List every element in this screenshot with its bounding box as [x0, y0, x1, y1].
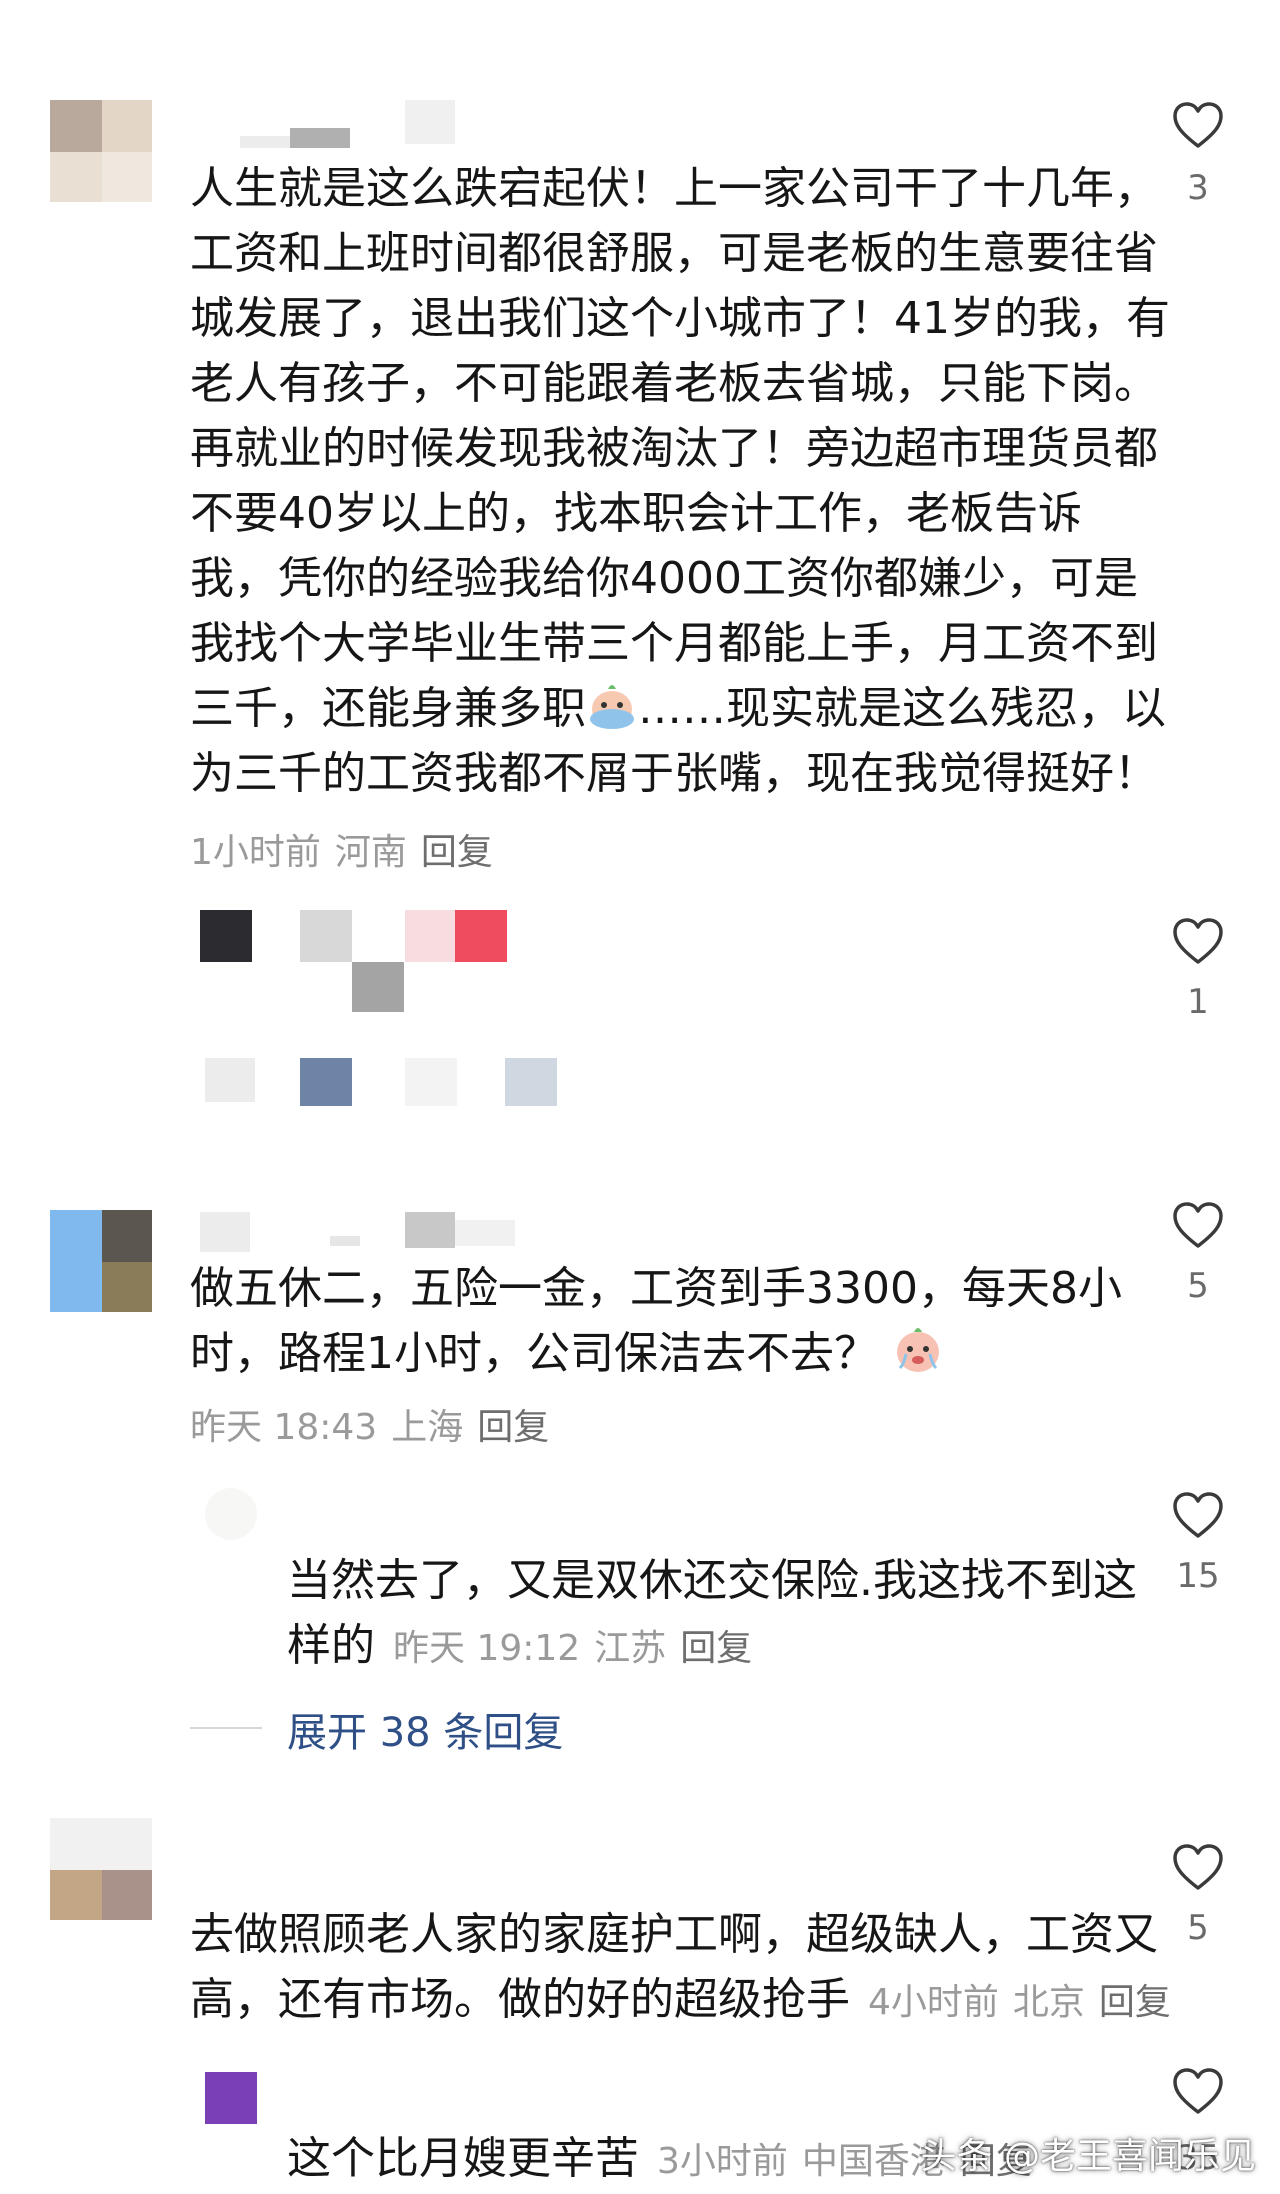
comment-time: 4小时前 [868, 1982, 999, 2023]
avatar[interactable] [50, 1818, 152, 1920]
comment-line-text: 这个比月嫂更辛苦 [287, 2133, 639, 2184]
comment-time: 昨天 18:43 [190, 1407, 378, 1448]
reply-button[interactable]: 回复 [680, 1628, 752, 1669]
comment-line: 工资和上班时间都很舒服，可是老板的生意要往省 [190, 228, 1158, 279]
comment-line: 为三千的工资我都不屑于张嘴，现在我觉得挺好！ [190, 748, 1158, 799]
comment-line-text: 三千，还能身兼多职 [190, 683, 586, 734]
comment-time: 3小时前 [657, 2141, 788, 2182]
comment-line: 三千，还能身兼多职 ……现实就是这么残忍，以 [190, 676, 1170, 741]
like-count: 5 [1187, 1908, 1209, 1948]
comment-location: 河南 [334, 832, 407, 873]
comment-line-text: 时，路程1小时，公司保洁去不去？ [190, 1328, 878, 1379]
comment-line: 做五休二，五险一金，工资到手3300，每天8小 [190, 1263, 1122, 1314]
like-count: 3 [1187, 168, 1209, 208]
heart-outline-icon[interactable] [1171, 2066, 1225, 2116]
comment-body: 当然去了，又是双休还交保险.我这找不到这 样的 昨天 19:12 江苏 回复 [287, 1548, 1137, 1681]
comment-line-text: ……现实就是这么残忍，以 [638, 683, 1166, 734]
mosaic-block [190, 1058, 570, 1110]
avatar[interactable] [205, 1488, 257, 1540]
comment-line-text: 高，还有市场。做的好的超级抢手 [190, 1974, 850, 2025]
like-count: 15 [1176, 1556, 1220, 1596]
crying-face-emoji [892, 1324, 944, 1376]
comment-line: 老人有孩子，不可能跟着老板去省城，只能下岗。 [190, 358, 1158, 409]
comment-body: 去做照顾老人家的家庭护工啊，超级缺人，工资又 高，还有市场。做的好的超级抢手 4小… [190, 1902, 1185, 2035]
comment-time: 昨天 19:12 [393, 1628, 581, 1669]
heart-outline-icon[interactable] [1171, 1490, 1225, 1540]
comment-time: 1小时前 [190, 832, 321, 873]
comment-line: 我，凭你的经验我给你4000工资你都嫌少，可是 [190, 553, 1138, 604]
username-mosaic[interactable] [240, 100, 460, 148]
expand-replies-button[interactable]: 展开 38 条回复 [287, 1700, 563, 1758]
comment-meta: 昨天 18:43 上海 回复 [190, 1398, 563, 1450]
comment-line: 去做照顾老人家的家庭护工啊，超级缺人，工资又 [190, 1909, 1158, 1960]
comment-meta: 4小时前 北京 回复 [868, 1982, 1185, 2023]
reply-button[interactable]: 回复 [477, 1407, 549, 1448]
comment-line: 高，还有市场。做的好的超级抢手 4小时前 北京 回复 [190, 1967, 1185, 2035]
comment-body: 做五休二，五险一金，工资到手3300，每天8小 时，路程1小时，公司保洁去不去？ [190, 1256, 1122, 1386]
comment-line: 人生就是这么跌宕起伏！上一家公司干了十几年， [190, 163, 1158, 214]
comment-meta: 昨天 19:12 江苏 回复 [393, 1628, 766, 1669]
avatar[interactable] [50, 1210, 152, 1312]
mosaic-block [190, 905, 520, 1015]
crying-face-emoji [586, 679, 638, 731]
comment-line: 再就业的时候发现我被淘汰了！旁边超市理货员都 [190, 423, 1158, 474]
comment-location: 北京 [1012, 1982, 1085, 2023]
comment-line: 时，路程1小时，公司保洁去不去？ [190, 1321, 1122, 1386]
comment-location: 江苏 [594, 1628, 667, 1669]
avatar[interactable] [205, 2072, 257, 2124]
avatar[interactable] [50, 100, 152, 202]
like-count: 5 [1187, 1266, 1209, 1306]
comment-line: 我找个大学毕业生带三个月都能上手，月工资不到 [190, 618, 1158, 669]
comment-line: 当然去了，又是双休还交保险.我这找不到这 [287, 1555, 1137, 1606]
heart-outline-icon[interactable] [1171, 916, 1225, 966]
comment-location: 上海 [391, 1407, 464, 1448]
watermark: 头条 @老王喜闻乐见 [920, 2136, 1256, 2177]
comment-line: 不要40岁以上的，找本职会计工作，老板告诉 [190, 488, 1082, 539]
reply-button[interactable]: 回复 [1099, 1982, 1171, 2023]
reply-button[interactable]: 回复 [421, 832, 493, 873]
heart-outline-icon[interactable] [1171, 100, 1225, 150]
comment-body: 人生就是这么跌宕起伏！上一家公司干了十几年， 工资和上班时间都很舒服，可是老板的… [190, 156, 1170, 806]
username-mosaic[interactable] [200, 1212, 530, 1252]
comment-line-text: 样的 [287, 1620, 375, 1671]
like-count: 1 [1187, 982, 1209, 1022]
expand-divider [190, 1727, 262, 1729]
heart-outline-icon[interactable] [1171, 1842, 1225, 1892]
comment-line: 城发展了，退出我们这个小城市了！41岁的我，有 [190, 293, 1170, 344]
comment-meta: 1小时前 河南 回复 [190, 823, 507, 875]
heart-outline-icon[interactable] [1171, 1200, 1225, 1250]
comment-line: 样的 昨天 19:12 江苏 回复 [287, 1613, 1137, 1681]
